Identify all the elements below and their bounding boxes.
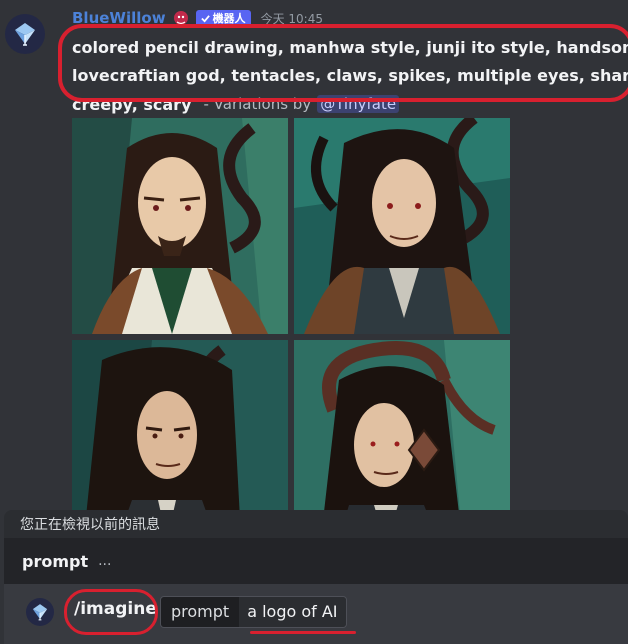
prompt-parameter-field[interactable]: prompt a logo of AI	[160, 596, 347, 628]
option-ellipsis: ...	[98, 553, 112, 569]
prompt-line-3: creepy, scary	[72, 94, 192, 114]
message-composer[interactable]: /imagine prompt a logo of AI	[4, 584, 628, 644]
bot-tag-label: 機器人	[212, 12, 246, 25]
history-notice-text: 您正在檢視以前的訊息	[20, 517, 160, 533]
slash-command[interactable]: /imagine	[74, 599, 157, 619]
value-underline-annotation	[250, 631, 356, 634]
prompt-tail: creepy, scary - Variations by @Tinyfate	[72, 90, 400, 118]
username[interactable]: BlueWillow	[72, 9, 166, 27]
prompt-line-1: colored pencil drawing, manhwa style, ju…	[72, 38, 628, 57]
viewing-older-messages-notice[interactable]: 您正在檢視以前的訊息	[4, 510, 628, 538]
prompt-line-2: lovecraftian god, tentacles, claws, spik…	[72, 66, 628, 85]
willow-logo-icon	[32, 604, 48, 621]
generated-image-4[interactable]	[294, 340, 510, 510]
generated-image-3[interactable]	[72, 340, 288, 510]
generated-image-2[interactable]	[294, 118, 510, 334]
checkmark-icon	[200, 14, 210, 23]
command-option-bar[interactable]: prompt ...	[4, 538, 628, 584]
bot-avatar[interactable]	[5, 14, 45, 54]
dragon-emoji-icon	[172, 9, 190, 27]
generated-image-1[interactable]	[72, 118, 288, 334]
image-grid[interactable]	[72, 118, 510, 510]
bot-tag: 機器人	[195, 9, 251, 27]
message-area: BlueWillow 機器人 今天 10:45 colored pencil d…	[0, 0, 628, 510]
message-header: BlueWillow 機器人 今天 10:45	[72, 8, 323, 28]
parameter-name: prompt	[161, 597, 240, 627]
option-name[interactable]: prompt	[22, 552, 88, 571]
willow-logo-icon	[15, 23, 35, 46]
variations-label: - Variations by	[203, 95, 312, 113]
message-timestamp: 今天 10:45	[260, 11, 323, 26]
user-mention[interactable]: @Tinyfate	[317, 95, 400, 113]
composer-bot-avatar	[26, 598, 54, 626]
parameter-value-input[interactable]: a logo of AI	[239, 597, 346, 627]
